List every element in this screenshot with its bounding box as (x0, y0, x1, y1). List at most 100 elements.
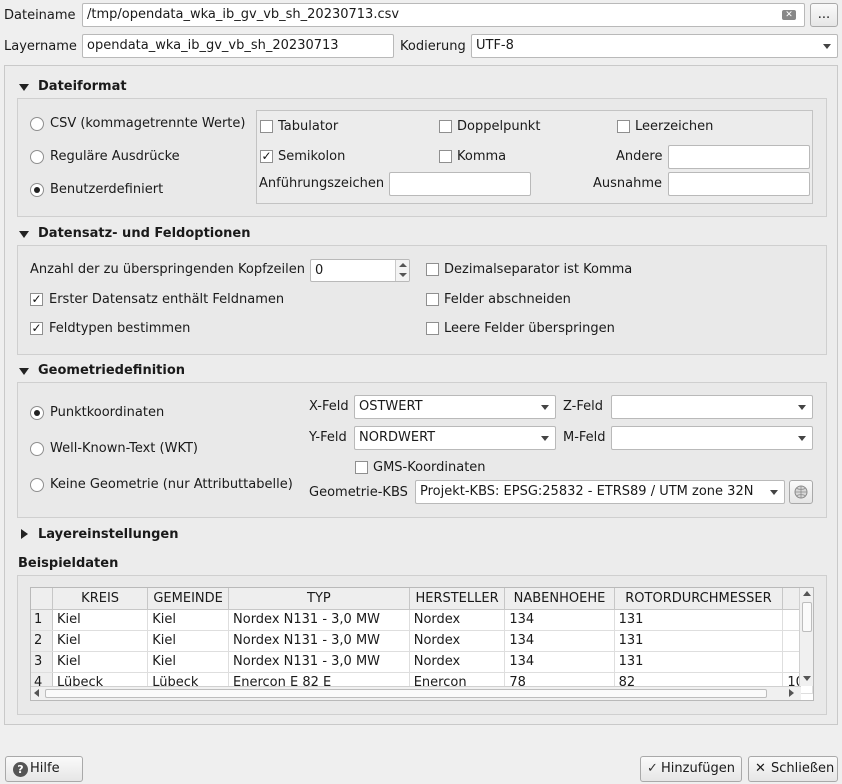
encoding-label: Kodierung (400, 39, 466, 54)
checkbox-semicolon[interactable]: ✓ (260, 150, 273, 163)
checkbox-detect-types-label[interactable]: Feldtypen bestimmen (49, 321, 190, 337)
radio-custom[interactable] (30, 183, 44, 197)
radio-point-label[interactable]: Punktkoordinaten (50, 405, 164, 421)
corner-header[interactable] (31, 588, 53, 610)
column-header[interactable]: KREIS (52, 588, 149, 610)
checkbox-tab-label[interactable]: Tabulator (278, 119, 338, 135)
radio-wkt-label[interactable]: Well-Known-Text (WKT) (50, 441, 198, 457)
collapse-arrow-icon[interactable] (19, 231, 29, 238)
other-input[interactable] (668, 145, 810, 169)
x-field-label: X-Feld (309, 399, 349, 414)
z-field-label: Z-Feld (563, 399, 603, 414)
checkbox-space-label[interactable]: Leerzeichen (635, 119, 713, 135)
y-field-value: NORDWERT (359, 430, 436, 445)
checkbox-trim-fields-label[interactable]: Felder abschneiden (444, 292, 571, 308)
checkbox-decimal-comma-label[interactable]: Dezimalseparator ist Komma (444, 262, 632, 278)
scroll-down-icon[interactable] (803, 676, 811, 681)
checkbox-colon-label[interactable]: Doppelpunkt (457, 119, 540, 135)
spin-arrows-icon[interactable] (395, 260, 409, 281)
collapse-arrow-icon[interactable] (19, 368, 29, 375)
section-file-format-title[interactable]: Dateiformat (38, 79, 127, 95)
collapse-arrow-icon[interactable] (19, 84, 29, 91)
column-header[interactable]: NABENHOEHE (504, 588, 615, 610)
radio-csv-label[interactable]: CSV (kommagetrennte Werte) (50, 116, 245, 132)
scrollbar-thumb[interactable] (45, 689, 767, 698)
checkbox-decimal-comma[interactable] (426, 263, 439, 276)
x-field-select[interactable]: OSTWERT (354, 395, 556, 419)
clear-icon[interactable]: ✕ (782, 10, 796, 20)
radio-csv[interactable] (30, 117, 44, 131)
radio-custom-label[interactable]: Benutzerdefiniert (50, 182, 163, 198)
radio-point[interactable] (30, 406, 44, 420)
checkbox-dms-label[interactable]: GMS-Koordinaten (373, 460, 486, 476)
column-header[interactable]: GEMEINDE (147, 588, 230, 610)
checkbox-trim-fields[interactable] (426, 293, 439, 306)
checkbox-comma-label[interactable]: Komma (457, 149, 506, 165)
filename-input[interactable]: /tmp/opendata_wka_ib_gv_vb_sh_20230713.c… (82, 3, 805, 27)
close-button[interactable]: ✕ Schließen (748, 756, 838, 782)
column-header[interactable]: HERSTELLER (409, 588, 506, 610)
skip-lines-spinbox[interactable]: 0 (310, 259, 410, 282)
table-cell: Nordex N131 - 3,0 MW (228, 651, 410, 673)
checkmark-icon: ✓ (647, 761, 658, 776)
y-field-select[interactable]: NORDWERT (354, 426, 556, 450)
sample-data-title: Beispieldaten (18, 556, 119, 571)
chevron-down-icon (541, 405, 549, 410)
checkbox-tab[interactable] (260, 120, 273, 133)
sample-table-view[interactable]: KREIS GEMEINDE TYP HERSTELLER NABENHOEHE… (30, 587, 814, 701)
browse-button[interactable]: ... (810, 3, 838, 27)
m-field-select[interactable] (611, 426, 813, 450)
checkbox-comma[interactable] (439, 150, 452, 163)
expand-arrow-icon[interactable] (21, 529, 28, 539)
table-cell: 134 (504, 609, 615, 631)
table-cell: Kiel (147, 609, 230, 631)
close-icon: ✕ (755, 761, 766, 776)
scroll-left-icon[interactable] (34, 689, 39, 697)
table-row[interactable]: 3 Kiel Kiel Nordex N131 - 3,0 MW Nordex … (31, 651, 813, 673)
layername-input[interactable]: opendata_wka_ib_gv_vb_sh_20230713 (82, 34, 394, 58)
radio-regex-label[interactable]: Reguläre Ausdrücke (50, 149, 180, 165)
quote-input[interactable] (389, 172, 531, 196)
table-cell: Kiel (52, 651, 149, 673)
skip-lines-value: 0 (315, 263, 324, 278)
horizontal-scrollbar[interactable] (31, 686, 801, 700)
filename-label: Dateiname (4, 8, 76, 23)
radio-wkt[interactable] (30, 442, 44, 456)
add-button[interactable]: ✓ Hinzufügen (640, 756, 742, 782)
radio-no-geometry[interactable] (30, 478, 44, 492)
escape-input[interactable] (668, 172, 810, 196)
checkbox-colon[interactable] (439, 120, 452, 133)
checkbox-space[interactable] (617, 120, 630, 133)
vertical-scrollbar[interactable] (799, 588, 813, 686)
z-field-select[interactable] (611, 395, 813, 419)
add-button-label: Hinzufügen (661, 761, 735, 776)
encoding-value: UTF-8 (476, 38, 514, 53)
crs-select[interactable]: Projekt-KBS: EPSG:25832 - ETRS89 / UTM z… (415, 480, 785, 504)
encoding-select[interactable]: UTF-8 (471, 34, 838, 58)
checkbox-dms[interactable] (355, 461, 368, 474)
checkbox-discard-empty-label[interactable]: Leere Felder überspringen (444, 321, 615, 337)
checkbox-discard-empty[interactable] (426, 322, 439, 335)
checkbox-first-record[interactable]: ✓ (30, 293, 43, 306)
checkbox-first-record-label[interactable]: Erster Datensatz enthält Feldnamen (49, 292, 284, 308)
column-header[interactable]: ROTORDURCHMESSER (614, 588, 784, 610)
column-header[interactable]: TYP (228, 588, 410, 610)
scrollbar-thumb[interactable] (802, 602, 812, 632)
radio-regex[interactable] (30, 150, 44, 164)
section-record-options-title[interactable]: Datensatz- und Feldoptionen (38, 226, 251, 242)
radio-no-geometry-label[interactable]: Keine Geometrie (nur Attributtabelle) (50, 477, 293, 493)
scroll-right-icon[interactable] (789, 689, 794, 697)
checkbox-detect-types[interactable]: ✓ (30, 322, 43, 335)
table-row[interactable]: 1 Kiel Kiel Nordex N131 - 3,0 MW Nordex … (31, 609, 813, 631)
close-button-label: Schließen (771, 761, 835, 776)
m-field-label: M-Feld (563, 430, 606, 445)
scroll-up-icon[interactable] (803, 591, 811, 596)
help-button[interactable]: ? Hilfe (5, 756, 83, 782)
checkbox-semicolon-label[interactable]: Semikolon (278, 149, 345, 165)
table-row[interactable]: 2 Kiel Kiel Nordex N131 - 3,0 MW Nordex … (31, 630, 813, 652)
crs-label: Geometrie-KBS (309, 485, 408, 500)
section-layer-settings-title[interactable]: Layereinstellungen (38, 527, 178, 543)
help-button-label: Hilfe (30, 761, 60, 776)
section-geometry-title[interactable]: Geometriedefinition (38, 363, 185, 379)
crs-selector-button[interactable] (789, 480, 813, 504)
